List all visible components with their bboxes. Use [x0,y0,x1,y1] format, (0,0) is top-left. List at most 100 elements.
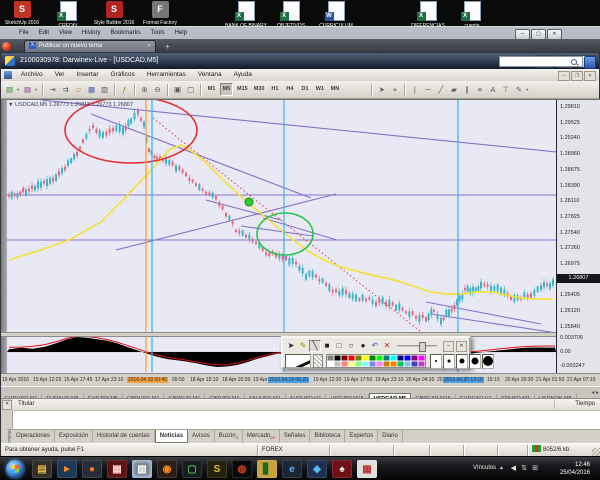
vertical-line-button[interactable]: | [409,84,420,96]
timeframe-m30[interactable]: M30 [252,83,267,96]
taskbar-firefox[interactable]: ● [82,460,102,478]
color-swatch[interactable] [327,361,334,367]
community-icon[interactable] [584,56,596,69]
desktop-icon-format-factory[interactable]: FFormat Factory [138,1,182,26]
column-titular[interactable]: Titular [18,401,34,407]
taskbar-skrill[interactable]: S [207,460,227,478]
terminal-tab-biblioteca[interactable]: Biblioteca [310,430,345,442]
browser-menu-help[interactable]: Help [175,28,187,39]
arrows-button[interactable]: ✎ [513,84,524,96]
menu-ventana[interactable]: Ventana [198,69,222,81]
desktop-icon-sketchup-2016[interactable]: SSketchUp 2016 [0,1,44,26]
browser-menu-history[interactable]: History [82,28,101,39]
palette-pencil-tool[interactable]: ✎ [297,340,309,352]
chart-indicator-splitter[interactable] [1,332,556,337]
time-axis[interactable]: 15 Apr 201615 Apr 12:2515 Apr 17:4517 Ap… [1,373,600,386]
timeframe-d1[interactable]: D1 [298,83,311,96]
palette-ellipse-tool[interactable]: ○ [345,340,357,352]
taskbar-internet-explorer[interactable]: e [282,460,302,478]
new-tab-button[interactable]: + [160,41,175,52]
news-list-header[interactable]: Titular Tiempo [12,399,600,411]
browser-menu-view[interactable]: View [59,28,72,39]
terminal-tab-noticias[interactable]: Noticias [155,430,188,443]
profiles-button[interactable]: ▤ [22,84,33,96]
color-swatch[interactable] [397,361,404,367]
color-swatch[interactable] [404,361,411,367]
crosshair-button[interactable]: + [389,84,400,96]
desktop-icon-curriculum[interactable]: WCURRICULUM [314,1,358,29]
hatch-swatch[interactable] [313,354,323,368]
menu-insertar[interactable]: Insertar [76,69,98,81]
label-button[interactable]: ⊤ [500,84,511,96]
color-swatch[interactable] [383,361,390,367]
terminal-tab-seales[interactable]: Señales [280,430,311,442]
chart-restore-button[interactable]: ❐ [571,71,583,81]
palette-select-tool[interactable]: ➤ [285,340,297,352]
color-swatch[interactable] [334,361,341,367]
cycle-lines-button[interactable]: ∥ [461,84,472,96]
taskbar-monitor-app[interactable]: ▢ [182,460,202,478]
terminal-tab-avisos[interactable]: Avisos [188,430,215,442]
color-swatch[interactable] [362,361,369,367]
desktop-icon-style-builder-2016[interactable]: SStyle Builder 2016 [92,1,136,26]
firefox-app-icon[interactable] [2,42,11,51]
taskbar-explorer[interactable]: ▤ [32,460,52,478]
taskbar-hand-app[interactable]: ◉ [157,460,177,478]
timeframe-h1[interactable]: H1 [268,83,281,96]
cursor-button[interactable]: ➤ [376,84,387,96]
color-swatch[interactable] [341,361,348,367]
zoom-out-button[interactable]: ⊖ [152,84,163,96]
fibonacci-button[interactable]: ≡ [474,84,485,96]
equidistant-channel-button[interactable]: ▰ [448,84,459,96]
arrows-button-caret-icon[interactable]: ▼ [525,84,530,96]
links-toolbar-label[interactable]: Vínculos [473,465,496,471]
column-separator[interactable] [554,400,555,409]
terminal-tab-diario[interactable]: Diario [378,430,403,442]
templates-button[interactable]: ▱ [73,84,84,96]
color-swatch[interactable] [411,361,418,367]
palette-undo-tool[interactable]: ↶ [369,340,381,352]
brush-size-option[interactable] [443,354,455,369]
palette-rect-tool[interactable]: □ [333,340,345,352]
browser-menu-bookmarks[interactable]: Bookmarks [111,28,141,39]
chart-minimize-button[interactable]: ─ [558,71,570,81]
palette-delete-tool[interactable]: ✕ [381,340,393,352]
taskbar-chart-app[interactable]: ▋ [257,460,277,478]
profiles-button-caret-icon[interactable]: ▼ [34,84,39,96]
browser-menu-edit[interactable]: Edit [39,28,49,39]
taskbar-darwinex[interactable]: ◍ [232,460,252,478]
timeframe-m15[interactable]: M15 [235,83,250,96]
tray-network-icon[interactable]: ⇅ [521,464,527,472]
palette-width-slider[interactable] [397,345,437,347]
desktop-icon-bank-of-binary[interactable]: XBANK OF BINARY [224,1,268,29]
tray-grid-icon[interactable]: ⊞ [532,464,538,472]
brush-size-option[interactable] [456,354,468,369]
palette-close-button[interactable]: ✕ [456,341,467,352]
terminal-tab-exposicin[interactable]: Exposición [55,430,93,442]
color-swatch[interactable] [369,361,376,367]
taskbar-pokerstars[interactable]: ♠ [332,460,352,478]
horizontal-line-button[interactable]: ─ [422,84,433,96]
symbol-tabs-scroll[interactable]: ◂ ▸ [591,389,599,396]
menu-ayuda[interactable]: Ayuda [234,69,252,81]
taskbar-media-player[interactable]: ► [57,460,77,478]
palette-filled-ellipse-tool[interactable]: ● [357,340,369,352]
menu-grficos[interactable]: Gráficos [111,69,135,81]
menu-ver[interactable]: Ver [55,69,65,81]
taskbar-tweetdeck[interactable]: ◆ [307,460,327,478]
browser-menu-file[interactable]: File [19,28,29,39]
slider-handle[interactable] [419,342,426,352]
taskbar-metatrader[interactable]: ▥ [132,460,152,478]
palette-line-tool[interactable]: ╲ [309,340,321,352]
palette-filled-rect-tool[interactable]: ■ [321,340,333,352]
terminal-tab-operaciones[interactable]: Operaciones [12,430,55,442]
chart-shift-button[interactable]: ⇥ [47,84,58,96]
zoom-in-button[interactable]: ⊕ [139,84,150,96]
desktop-icon-cuenta[interactable]: Xcuenta [450,1,494,29]
desktop-icon-objetivos[interactable]: XOBJETIVOS [269,1,313,29]
tab-close-icon[interactable]: ✕ [147,41,151,52]
taskbar-tray-app[interactable]: ▦ [357,460,377,478]
auto-scroll-button[interactable]: ⇉ [60,84,71,96]
color-swatch[interactable] [390,361,397,367]
trendline-button[interactable]: ╱ [435,84,446,96]
